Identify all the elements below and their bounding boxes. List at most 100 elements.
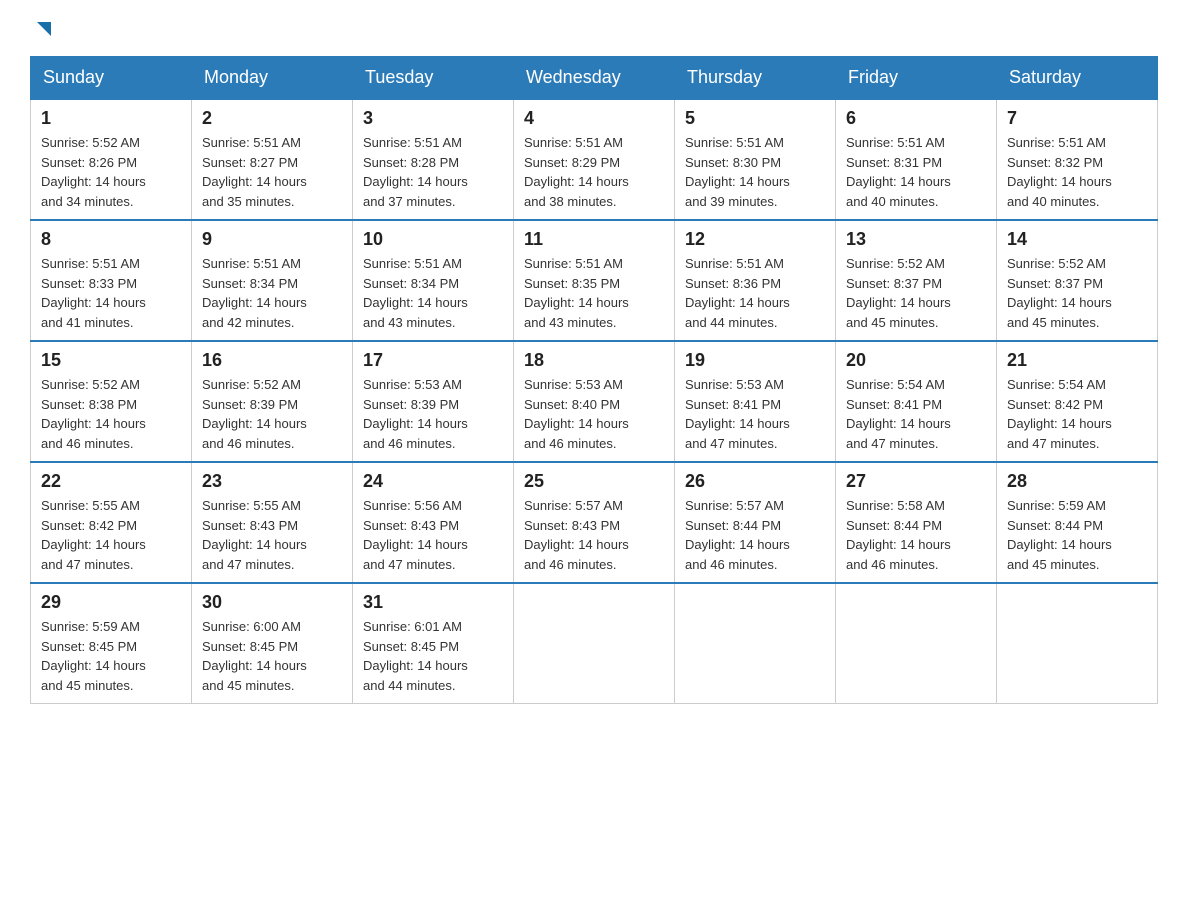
week-row-5: 29Sunrise: 5:59 AMSunset: 8:45 PMDayligh… [31,583,1158,704]
calendar-cell: 5 Sunrise: 5:51 AMSunset: 8:30 PMDaylight… [675,99,836,220]
calendar-cell: 15 Sunrise: 5:52 AMSunset: 8:38 PMDayligh… [31,341,192,462]
calendar-cell: 24 Sunrise: 5:56 AMSunset: 8:43 PMDayligh… [353,462,514,583]
day-number: 17 [363,350,503,371]
day-number: 11 [524,229,664,250]
day-info: Sunrise: 5:51 AMSunset: 8:36 PMDaylight:… [685,254,825,332]
day-info: Sunrise: 5:53 AMSunset: 8:41 PMDaylight:… [685,375,825,453]
page-header [30,20,1158,40]
day-info: Sunrise: 5:52 AMSunset: 8:26 PMDaylight:… [41,133,181,211]
day-number: 10 [363,229,503,250]
calendar-cell: 9 Sunrise: 5:51 AMSunset: 8:34 PMDaylight… [192,220,353,341]
header-friday: Friday [836,57,997,100]
calendar-cell: 21 Sunrise: 5:54 AMSunset: 8:42 PMDayligh… [997,341,1158,462]
calendar-cell [836,583,997,704]
week-row-1: 1 Sunrise: 5:52 AMSunset: 8:26 PMDaylight… [31,99,1158,220]
day-info: Sunrise: 5:55 AMSunset: 8:42 PMDaylight:… [41,496,181,574]
day-number: 4 [524,108,664,129]
calendar-cell [997,583,1158,704]
calendar-cell: 4 Sunrise: 5:51 AMSunset: 8:29 PMDaylight… [514,99,675,220]
calendar-cell: 16 Sunrise: 5:52 AMSunset: 8:39 PMDayligh… [192,341,353,462]
day-number: 12 [685,229,825,250]
day-number: 15 [41,350,181,371]
week-row-2: 8 Sunrise: 5:51 AMSunset: 8:33 PMDaylight… [31,220,1158,341]
logo [30,20,55,40]
calendar-cell: 6 Sunrise: 5:51 AMSunset: 8:31 PMDaylight… [836,99,997,220]
calendar-cell: 13 Sunrise: 5:52 AMSunset: 8:37 PMDayligh… [836,220,997,341]
day-number: 22 [41,471,181,492]
day-info: Sunrise: 5:57 AMSunset: 8:44 PMDaylight:… [685,496,825,574]
day-number: 19 [685,350,825,371]
day-number: 18 [524,350,664,371]
day-number: 30 [202,592,342,613]
logo-triangle-icon [33,18,55,40]
day-number: 1 [41,108,181,129]
day-number: 16 [202,350,342,371]
header-wednesday: Wednesday [514,57,675,100]
header-tuesday: Tuesday [353,57,514,100]
day-number: 20 [846,350,986,371]
header-sunday: Sunday [31,57,192,100]
day-number: 8 [41,229,181,250]
day-info: Sunrise: 5:52 AMSunset: 8:37 PMDaylight:… [846,254,986,332]
calendar-cell [514,583,675,704]
day-number: 7 [1007,108,1147,129]
calendar-cell: 3Sunrise: 5:51 AMSunset: 8:28 PMDaylight… [353,99,514,220]
day-info: Sunrise: 5:56 AMSunset: 8:43 PMDaylight:… [363,496,503,574]
calendar-cell: 28 Sunrise: 5:59 AMSunset: 8:44 PMDayligh… [997,462,1158,583]
calendar-cell: 26 Sunrise: 5:57 AMSunset: 8:44 PMDayligh… [675,462,836,583]
day-number: 6 [846,108,986,129]
day-info: Sunrise: 6:01 AMSunset: 8:45 PMDaylight:… [363,617,503,695]
day-info: Sunrise: 5:51 AMSunset: 8:30 PMDaylight:… [685,133,825,211]
day-number: 31 [363,592,503,613]
calendar-cell: 31 Sunrise: 6:01 AMSunset: 8:45 PMDayligh… [353,583,514,704]
day-info: Sunrise: 5:51 AMSunset: 8:32 PMDaylight:… [1007,133,1147,211]
day-number: 27 [846,471,986,492]
day-info: Sunrise: 5:57 AMSunset: 8:43 PMDaylight:… [524,496,664,574]
calendar-cell: 14 Sunrise: 5:52 AMSunset: 8:37 PMDayligh… [997,220,1158,341]
header-saturday: Saturday [997,57,1158,100]
calendar-cell: 30 Sunrise: 6:00 AMSunset: 8:45 PMDayligh… [192,583,353,704]
day-info: Sunrise: 5:51 AMSunset: 8:31 PMDaylight:… [846,133,986,211]
day-number: 9 [202,229,342,250]
calendar-cell [675,583,836,704]
day-info: Sunrise: 5:51 AMSunset: 8:27 PMDaylight:… [202,133,342,211]
header-thursday: Thursday [675,57,836,100]
day-number: 23 [202,471,342,492]
day-number: 5 [685,108,825,129]
day-info: Sunrise: 5:54 AMSunset: 8:42 PMDaylight:… [1007,375,1147,453]
calendar-cell: 1 Sunrise: 5:52 AMSunset: 8:26 PMDaylight… [31,99,192,220]
day-info: Sunrise: 5:51 AMSunset: 8:33 PMDaylight:… [41,254,181,332]
calendar-cell: 19 Sunrise: 5:53 AMSunset: 8:41 PMDayligh… [675,341,836,462]
calendar-cell: 23 Sunrise: 5:55 AMSunset: 8:43 PMDayligh… [192,462,353,583]
header-monday: Monday [192,57,353,100]
day-info: Sunrise: 5:51 AMSunset: 8:29 PMDaylight:… [524,133,664,211]
day-info: Sunrise: 5:58 AMSunset: 8:44 PMDaylight:… [846,496,986,574]
day-info: Sunrise: 5:59 AMSunset: 8:44 PMDaylight:… [1007,496,1147,574]
day-number: 14 [1007,229,1147,250]
day-number: 3 [363,108,503,129]
day-number: 21 [1007,350,1147,371]
calendar-cell: 20Sunrise: 5:54 AMSunset: 8:41 PMDayligh… [836,341,997,462]
day-number: 25 [524,471,664,492]
day-number: 26 [685,471,825,492]
calendar-cell: 22 Sunrise: 5:55 AMSunset: 8:42 PMDayligh… [31,462,192,583]
calendar-cell: 29Sunrise: 5:59 AMSunset: 8:45 PMDayligh… [31,583,192,704]
day-number: 24 [363,471,503,492]
day-number: 2 [202,108,342,129]
calendar-cell: 25 Sunrise: 5:57 AMSunset: 8:43 PMDayligh… [514,462,675,583]
calendar-cell: 10 Sunrise: 5:51 AMSunset: 8:34 PMDayligh… [353,220,514,341]
day-info: Sunrise: 5:55 AMSunset: 8:43 PMDaylight:… [202,496,342,574]
day-info: Sunrise: 5:52 AMSunset: 8:37 PMDaylight:… [1007,254,1147,332]
week-row-3: 15 Sunrise: 5:52 AMSunset: 8:38 PMDayligh… [31,341,1158,462]
day-info: Sunrise: 5:52 AMSunset: 8:38 PMDaylight:… [41,375,181,453]
calendar-cell: 7 Sunrise: 5:51 AMSunset: 8:32 PMDaylight… [997,99,1158,220]
day-info: Sunrise: 6:00 AMSunset: 8:45 PMDaylight:… [202,617,342,695]
calendar-cell: 8 Sunrise: 5:51 AMSunset: 8:33 PMDaylight… [31,220,192,341]
day-info: Sunrise: 5:51 AMSunset: 8:34 PMDaylight:… [363,254,503,332]
day-info: Sunrise: 5:53 AMSunset: 8:39 PMDaylight:… [363,375,503,453]
day-info: Sunrise: 5:52 AMSunset: 8:39 PMDaylight:… [202,375,342,453]
day-number: 28 [1007,471,1147,492]
day-number: 13 [846,229,986,250]
day-info: Sunrise: 5:53 AMSunset: 8:40 PMDaylight:… [524,375,664,453]
day-info: Sunrise: 5:51 AMSunset: 8:34 PMDaylight:… [202,254,342,332]
